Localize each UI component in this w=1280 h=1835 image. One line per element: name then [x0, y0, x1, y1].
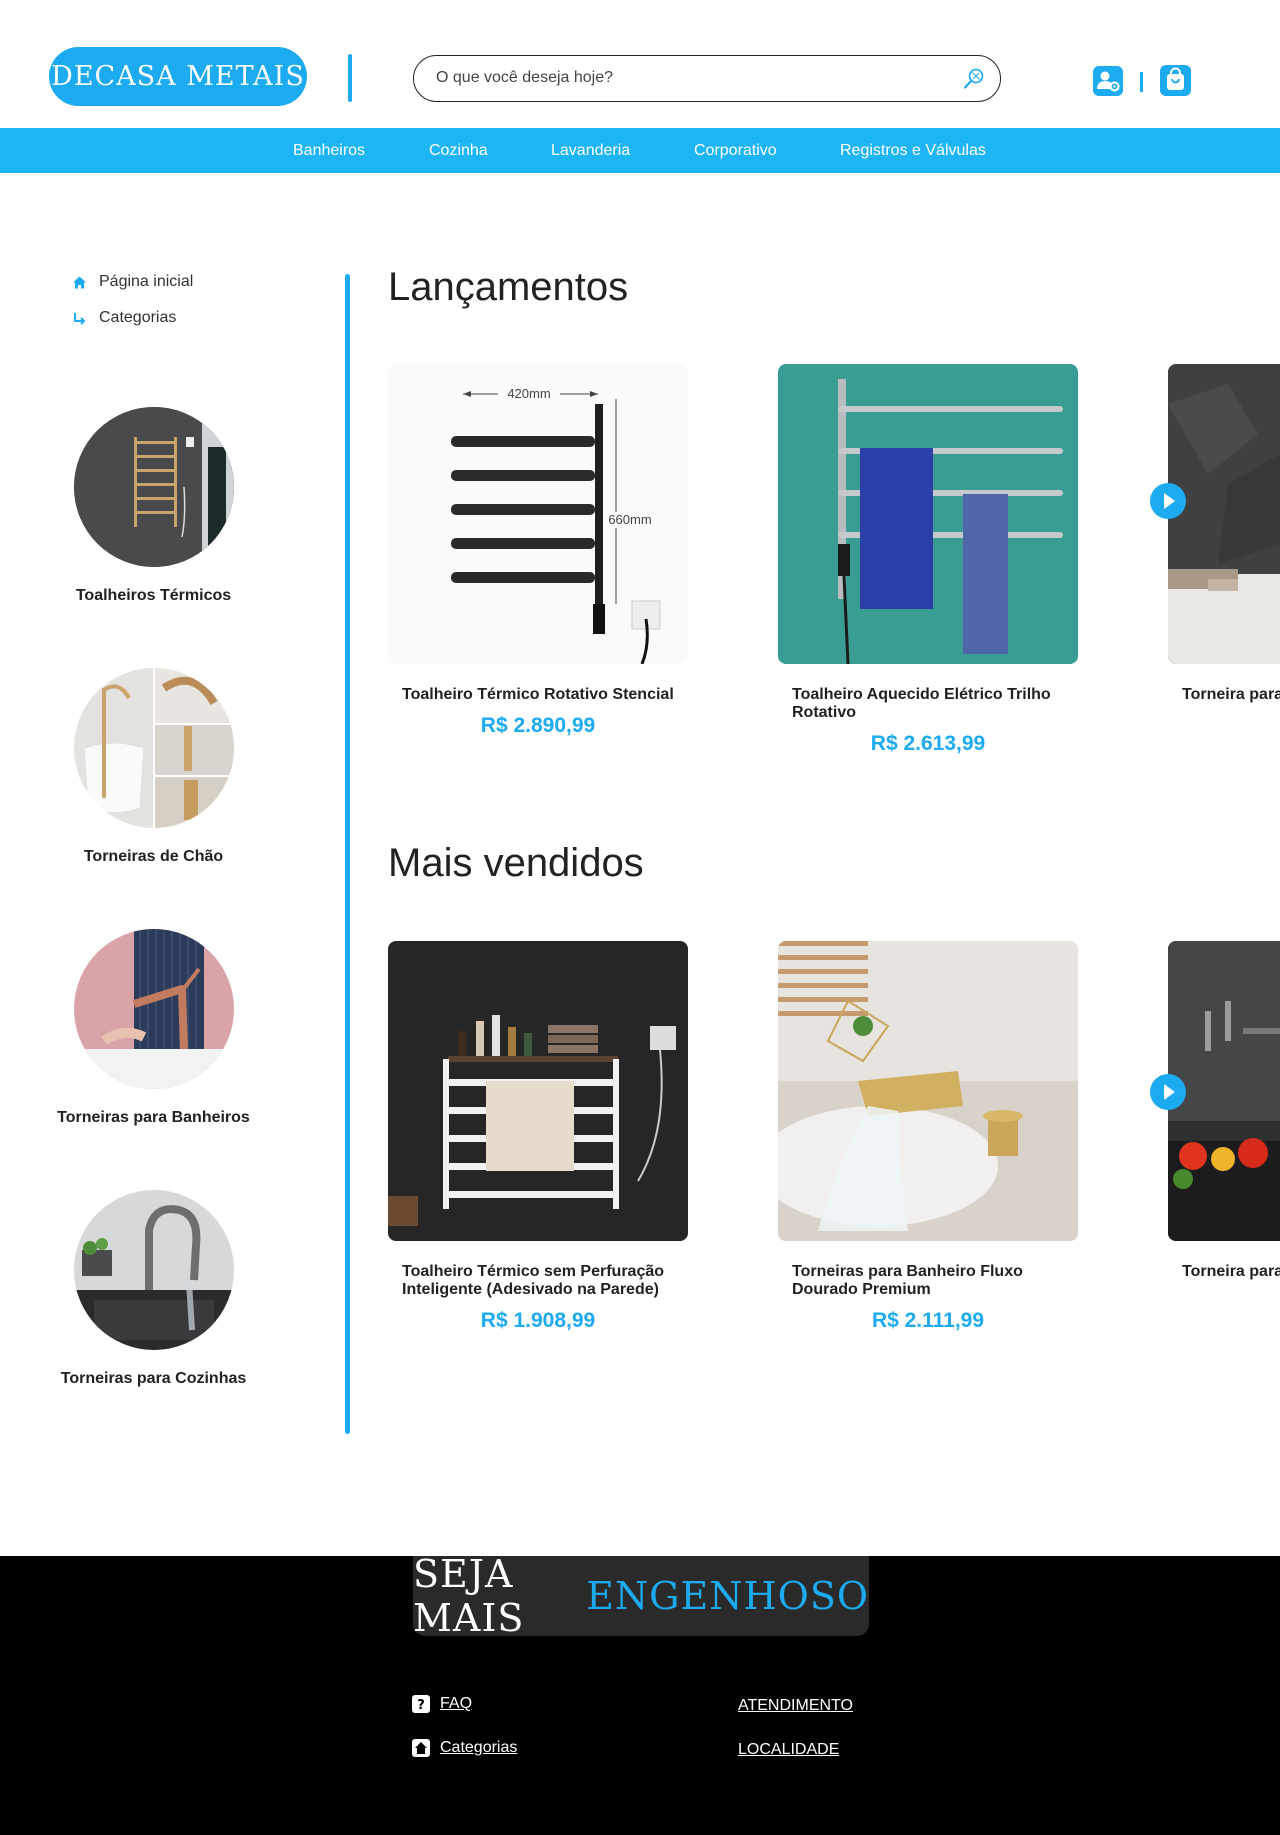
floor-faucet-image	[73, 668, 234, 828]
product-card[interactable]: Toalheiro Aquecido Elétrico Trilho Rotat…	[778, 364, 1078, 756]
main-nav: Banheiros Cozinha Lavanderia Corporativo…	[0, 128, 1280, 173]
product-card[interactable]: Toalheiro Térmico sem Perfuração Intelig…	[388, 941, 688, 1333]
category-toalheiros-termicos[interactable]: Toalheiros Térmicos	[52, 407, 255, 605]
footer-link-label: FAQ	[440, 1695, 473, 1712]
faucet-stone-image	[1168, 364, 1280, 664]
product-image	[388, 941, 688, 1241]
slogan-part-1: SEJA MAIS	[413, 1552, 525, 1640]
white-towel-warmer-image	[388, 941, 688, 1241]
dimension-width-label: 420mm	[507, 386, 550, 401]
category-image-torneiras-chao	[73, 668, 234, 828]
category-image-torneiras-cozinhas	[73, 1190, 234, 1350]
product-card[interactable]: Torneiras para Banheiro Fluxo Dourado Pr…	[778, 941, 1078, 1333]
nav-item-cozinha[interactable]: Cozinha	[429, 142, 488, 160]
footer-link-label: LOCALIDADE	[738, 1741, 840, 1758]
footer-link-location[interactable]: LOCALIDADE	[738, 1741, 839, 1759]
home-icon	[412, 1739, 430, 1757]
gold-waterfall-faucet-image	[778, 941, 1078, 1241]
product-image	[778, 941, 1078, 1241]
nav-item-corporativo[interactable]: Corporativo	[694, 142, 777, 160]
section-title-launches: Lançamentos	[388, 265, 629, 309]
svg-text:?: ?	[417, 1698, 425, 1713]
logo[interactable]: DECASA METAIS	[49, 47, 307, 106]
category-torneiras-banheiros[interactable]: Torneiras para Banheiros	[52, 929, 255, 1127]
footer-link-categories[interactable]: Categorias	[412, 1739, 517, 1757]
help-icon: ?	[412, 1695, 430, 1713]
sidebar-divider	[345, 274, 350, 1434]
product-name[interactable]: Torneira para	[1168, 1263, 1280, 1281]
nav-item-banheiros[interactable]: Banheiros	[293, 142, 365, 160]
search-input[interactable]	[436, 56, 956, 100]
product-name[interactable]: Toalheiro Térmico sem Perfuração Intelig…	[388, 1263, 688, 1299]
product-price: R$ 1.908,99	[480, 1309, 596, 1332]
search-icon[interactable]	[962, 67, 986, 91]
product-name[interactable]: Toalheiro Aquecido Elétrico Trilho Rotat…	[778, 686, 1078, 722]
search-bar	[413, 55, 1001, 102]
product-card[interactable]: 420mm 660mm Toalheiro Térmico Rotativo S…	[388, 364, 688, 738]
category-torneiras-cozinhas[interactable]: Torneiras para Cozinhas	[52, 1190, 255, 1388]
account-button[interactable]	[1093, 66, 1123, 96]
category-label: Toalheiros Térmicos	[75, 587, 232, 604]
category-label: Torneiras para Banheiros	[57, 1109, 250, 1126]
product-card-partial[interactable]: Torneira para	[1168, 941, 1280, 1281]
breadcrumb-categories-label: Categorias	[99, 309, 177, 326]
user-settings-icon	[1097, 71, 1120, 92]
product-price: R$ 2.613,99	[870, 732, 986, 755]
product-name[interactable]: Torneiras para Banheiro Fluxo Dourado Pr…	[778, 1263, 1078, 1299]
footer-link-faq[interactable]: ? FAQ	[412, 1695, 472, 1713]
category-torneiras-de-chao[interactable]: Torneiras de Chão	[52, 668, 255, 866]
towel-warmer-dimensions-image: 420mm 660mm	[388, 364, 688, 664]
slogan-part-2: ENGENHOSO	[586, 1574, 869, 1618]
product-name[interactable]: Toalheiro Térmico Rotativo Stencial	[388, 686, 688, 704]
bathroom-faucet-image	[73, 929, 234, 1089]
nav-item-registros-valvulas[interactable]: Registros e Válvulas	[840, 142, 986, 160]
carousel-next-button-best-sellers[interactable]	[1150, 1074, 1186, 1110]
towel-warmer-image	[73, 407, 234, 567]
category-image-torneiras-banheiros	[73, 929, 234, 1089]
cart-button[interactable]	[1160, 65, 1191, 96]
product-name[interactable]: Torneira para	[1168, 686, 1280, 704]
header-divider	[348, 54, 352, 102]
footer: SEJA MAIS ENGENHOSO ? FAQ Categorias ATE…	[0, 1552, 1280, 1835]
product-image	[1168, 364, 1280, 664]
kitchen-faucet-image	[73, 1190, 234, 1350]
product-image: 420mm 660mm	[388, 364, 688, 664]
product-image	[778, 364, 1078, 664]
section-title-best-sellers: Mais vendidos	[388, 841, 644, 885]
subdirectory-arrow-icon	[74, 312, 86, 325]
breadcrumb-categories[interactable]: Categorias	[72, 309, 176, 327]
nav-item-lavanderia[interactable]: Lavanderia	[551, 142, 630, 160]
towel-rail-image	[778, 364, 1078, 664]
category-image-toalheiros	[73, 407, 234, 567]
footer-link-service[interactable]: ATENDIMENTO	[738, 1697, 853, 1715]
dimension-height-label: 660mm	[608, 512, 651, 527]
icon-separator	[1140, 72, 1143, 92]
category-label: Torneiras de Chão	[83, 848, 224, 865]
breadcrumb-home-label: Página inicial	[99, 273, 194, 290]
footer-link-label: ATENDIMENTO	[738, 1697, 853, 1714]
category-label: Torneiras para Cozinhas	[60, 1370, 247, 1387]
footer-link-label: Categorias	[440, 1739, 518, 1756]
product-price: R$ 2.111,99	[871, 1309, 985, 1332]
home-icon	[73, 276, 86, 288]
shopping-bag-icon	[1167, 67, 1184, 90]
product-price: R$ 2.890,99	[480, 714, 596, 737]
product-card-partial[interactable]: Torneira para	[1168, 364, 1280, 704]
breadcrumb-home[interactable]: Página inicial	[72, 273, 193, 291]
header: DECASA METAIS	[0, 0, 1280, 128]
footer-slogan: SEJA MAIS ENGENHOSO	[413, 1552, 869, 1640]
carousel-next-button-launches[interactable]	[1150, 483, 1186, 519]
